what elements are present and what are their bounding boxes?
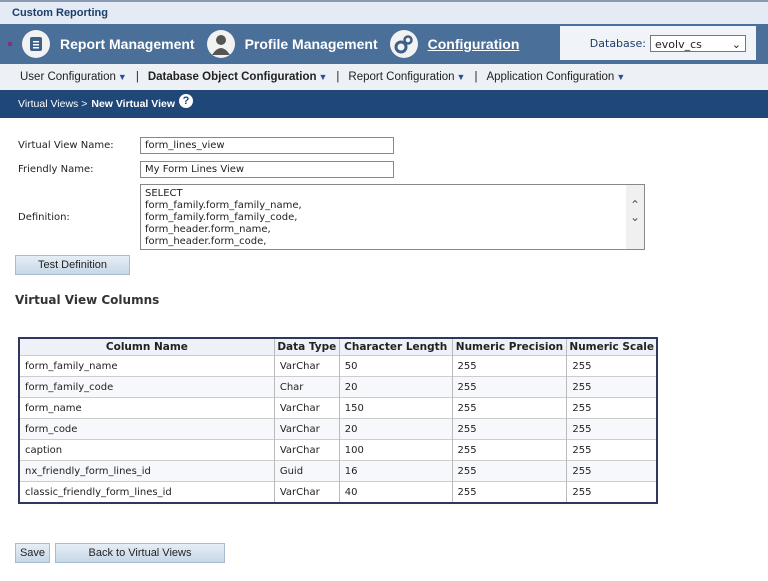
profile-icon [206, 30, 235, 58]
database-select[interactable]: evolv_cs ⌄ [650, 34, 746, 52]
menu-database-object-configuration[interactable]: Database Object Configuration ▼ [148, 71, 328, 83]
nav-profile-management[interactable]: Profile Management [206, 30, 378, 58]
nav-configuration[interactable]: Configuration [389, 30, 519, 58]
table-cell: VarChar [274, 439, 340, 461]
virtual-view-name-label: Virtual View Name: [18, 140, 114, 151]
table-row: nx_friendly_form_lines_id Guid 16 255 255 [19, 460, 658, 482]
table-cell: classic_friendly_form_lines_id [19, 481, 275, 503]
table-cell: 20 [339, 376, 453, 398]
table-cell: 16 [339, 460, 453, 482]
table-cell: form_family_code [19, 376, 275, 398]
table-cell: VarChar [274, 418, 340, 440]
sub-nav: User Configuration ▼ | Database Object Con… [0, 64, 768, 90]
table-cell: 40 [339, 481, 453, 503]
table-cell: VarChar [274, 397, 340, 419]
save-button[interactable]: Save [15, 543, 50, 563]
table-cell: 50 [339, 355, 453, 377]
table-cell: 255 [566, 481, 658, 503]
table-cell: 255 [452, 481, 568, 503]
table-cell: Guid [274, 460, 340, 482]
definition-label: Definition: [18, 212, 70, 223]
dropdown-icon: ▼ [318, 72, 328, 82]
column-header: Numeric Precision [452, 338, 568, 356]
columns-table: Column Name Data Type Character Length Nume… [18, 337, 658, 504]
table-cell: 255 [566, 397, 658, 419]
table-cell: 255 [452, 397, 568, 419]
table-cell: VarChar [274, 355, 340, 377]
table-cell: nx_friendly_form_lines_id [19, 460, 275, 482]
database-selector-panel: Database: evolv_cs ⌄ [560, 26, 756, 60]
dropdown-icon: ▼ [117, 72, 127, 82]
table-cell: 20 [339, 418, 453, 440]
back-to-virtual-views-button[interactable]: Back to Virtual Views [55, 543, 225, 563]
table-cell: 255 [566, 439, 658, 461]
scrollbar[interactable]: ⌃ ⌄ [626, 185, 644, 249]
table-cell: 255 [452, 355, 568, 377]
table-row: classic_friendly_form_lines_id VarChar 40 2… [19, 481, 658, 503]
friendly-name-input[interactable]: My Form Lines View [140, 161, 394, 178]
test-definition-button[interactable]: Test Definition [15, 255, 130, 275]
app-title: Custom Reporting [0, 0, 768, 24]
table-cell: form_name [19, 397, 275, 419]
nav-report-management[interactable]: Report Management [22, 30, 195, 58]
table-row: form_code VarChar 20 255 255 [19, 418, 658, 440]
chevron-down-icon: ⌄ [731, 37, 741, 51]
menu-report-configuration[interactable]: Report Configuration ▼ [348, 71, 465, 83]
table-cell: 255 [566, 460, 658, 482]
table-row: form_family_name VarChar 50 255 255 [19, 355, 658, 377]
table-cell: 150 [339, 397, 453, 419]
virtual-view-name-input[interactable]: form_lines_view [140, 137, 394, 154]
table-cell: VarChar [274, 481, 340, 503]
definition-textarea[interactable]: SELECT form_family.form_family_name, for… [140, 184, 645, 250]
table-row: caption VarChar 100 255 255 [19, 439, 658, 461]
table-cell: Char [274, 376, 340, 398]
bullet-icon [8, 42, 12, 46]
menu-user-configuration[interactable]: User Configuration ▼ [20, 71, 127, 83]
dropdown-icon: ▼ [456, 72, 466, 82]
table-cell: 255 [452, 418, 568, 440]
breadcrumb-current: New Virtual View [91, 98, 176, 110]
table-cell: 255 [452, 376, 568, 398]
gears-icon [389, 30, 418, 58]
breadcrumb: Virtual Views > New Virtual View ? [0, 90, 768, 118]
table-row: form_name VarChar 150 255 255 [19, 397, 658, 419]
table-cell: form_code [19, 418, 275, 440]
table-cell: 255 [566, 418, 658, 440]
menu-application-configuration[interactable]: Application Configuration ▼ [486, 71, 625, 83]
column-header: Data Type [274, 338, 340, 356]
column-header: Column Name [19, 338, 275, 356]
dropdown-icon: ▼ [616, 72, 626, 82]
column-header: Numeric Scale [566, 338, 658, 356]
help-icon[interactable]: ? [179, 94, 194, 108]
table-cell: caption [19, 439, 275, 461]
friendly-name-label: Friendly Name: [18, 164, 94, 175]
columns-title: Virtual View Columns [15, 293, 160, 307]
table-cell: 255 [452, 439, 568, 461]
table-cell: form_family_name [19, 355, 275, 377]
top-nav: Report Management Profile Management Con… [0, 24, 768, 64]
table-cell: 255 [566, 376, 658, 398]
table-cell: 100 [339, 439, 453, 461]
breadcrumb-parent[interactable]: Virtual Views > [18, 98, 87, 110]
report-icon [22, 30, 50, 58]
table-row: form_family_code Char 20 255 255 [19, 376, 658, 398]
table-cell: 255 [566, 355, 658, 377]
column-header: Character Length [339, 338, 453, 356]
table-cell: 255 [452, 460, 568, 482]
